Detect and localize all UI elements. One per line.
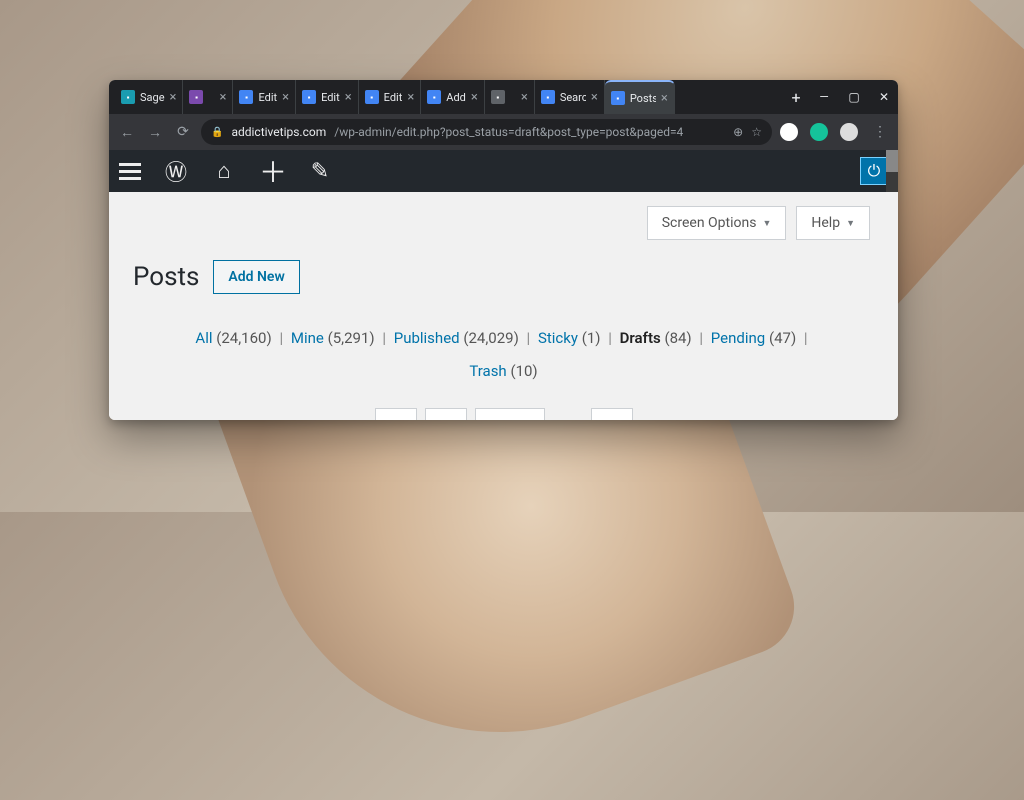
extension-icon[interactable] bbox=[810, 123, 828, 141]
tab-label: Posts bbox=[630, 92, 656, 105]
tab-close-icon[interactable]: × bbox=[591, 90, 598, 105]
close-button[interactable]: ✕ bbox=[878, 90, 890, 104]
control-box[interactable] bbox=[591, 408, 633, 420]
tab-close-icon[interactable]: × bbox=[345, 90, 352, 105]
browser-tab[interactable]: ▪ Add × bbox=[421, 80, 485, 114]
browser-tab[interactable]: ▪ Edit × bbox=[296, 80, 359, 114]
url-domain: addictivetips.com bbox=[231, 125, 326, 139]
window-controls: — ▢ ✕ bbox=[810, 80, 898, 114]
back-button[interactable]: ← bbox=[117, 124, 137, 141]
filter-sticky[interactable]: Sticky bbox=[538, 329, 578, 347]
post-status-filters: All (24,160) | Mine (5,291) | Published … bbox=[133, 322, 874, 388]
edit-icon[interactable]: ✎ bbox=[307, 159, 333, 184]
tab-close-icon[interactable]: × bbox=[521, 90, 528, 105]
maximize-button[interactable]: ▢ bbox=[848, 90, 860, 104]
tab-favicon: ▪ bbox=[491, 90, 505, 104]
tab-favicon: ▪ bbox=[611, 91, 625, 105]
forward-button[interactable]: → bbox=[145, 124, 165, 141]
filter-all-count: (24,160) bbox=[216, 329, 271, 347]
browser-tab[interactable]: ▪ Posts × bbox=[605, 80, 675, 114]
filter-pending-count: (47) bbox=[769, 329, 796, 347]
home-icon[interactable]: ⌂ bbox=[211, 158, 237, 184]
filter-mine[interactable]: Mine bbox=[291, 329, 324, 347]
browser-window: ▪Sage×▪×▪Edit×▪Edit×▪Edit×▪Add×▪×▪Searc×… bbox=[109, 80, 898, 420]
profile-avatar[interactable] bbox=[840, 123, 858, 141]
wordpress-logo-icon[interactable]: Ⓦ bbox=[163, 155, 189, 187]
help-button[interactable]: Help▼ bbox=[796, 206, 870, 240]
chevron-down-icon: ▼ bbox=[846, 218, 855, 229]
filter-all[interactable]: All bbox=[195, 329, 212, 347]
new-tab-button[interactable]: + bbox=[782, 80, 810, 114]
reader-icon[interactable]: ⊕ bbox=[733, 125, 743, 139]
filter-trash[interactable]: Trash bbox=[469, 362, 506, 380]
lock-icon: 🔒 bbox=[211, 127, 223, 138]
wordpress-admin-bar: Ⓦ ⌂ ＋ ✎ ⏻ bbox=[109, 150, 898, 192]
scrollbar[interactable] bbox=[886, 150, 898, 192]
page-content: Screen Options▼ Help▼ Posts Add New All … bbox=[109, 192, 898, 420]
url-path: /wp-admin/edit.php?post_status=draft&pos… bbox=[334, 125, 683, 139]
extension-icons: ⋮ bbox=[780, 123, 890, 141]
tab-close-icon[interactable]: × bbox=[282, 90, 289, 105]
tab-close-icon[interactable]: × bbox=[170, 90, 177, 105]
browser-tab[interactable]: ▪× bbox=[183, 80, 233, 114]
filter-pending[interactable]: Pending bbox=[711, 329, 765, 347]
hamburger-icon[interactable] bbox=[119, 163, 141, 180]
tab-close-icon[interactable]: × bbox=[471, 90, 478, 105]
filter-drafts[interactable]: Drafts bbox=[620, 329, 661, 347]
extension-icon[interactable] bbox=[780, 123, 798, 141]
browser-tab[interactable]: ▪× bbox=[485, 80, 535, 114]
filter-mine-count: (5,291) bbox=[328, 329, 375, 347]
tab-label: Sage bbox=[140, 91, 165, 104]
tab-close-icon[interactable]: × bbox=[661, 91, 668, 106]
browser-tab[interactable]: ▪ Sage × bbox=[115, 80, 183, 114]
tab-label: Add bbox=[446, 91, 466, 104]
address-bar: ← → ⟳ 🔒 addictivetips.com/wp-admin/edit.… bbox=[109, 114, 898, 150]
tab-label: Edit bbox=[384, 91, 403, 104]
omnibox[interactable]: 🔒 addictivetips.com/wp-admin/edit.php?po… bbox=[201, 119, 772, 145]
tab-favicon: ▪ bbox=[189, 90, 203, 104]
tab-favicon: ▪ bbox=[365, 90, 379, 104]
control-box[interactable] bbox=[475, 408, 545, 420]
star-icon[interactable]: ☆ bbox=[751, 125, 762, 139]
control-box[interactable] bbox=[425, 408, 467, 420]
minimize-button[interactable]: — bbox=[818, 90, 830, 104]
screen-options-button[interactable]: Screen Options▼ bbox=[647, 206, 787, 240]
tab-favicon: ▪ bbox=[541, 90, 555, 104]
reload-button[interactable]: ⟳ bbox=[173, 124, 193, 140]
filter-sticky-count: (1) bbox=[582, 329, 601, 347]
bulk-actions-row bbox=[133, 408, 874, 420]
filter-published-count: (24,029) bbox=[463, 329, 518, 347]
tab-favicon: ▪ bbox=[427, 90, 441, 104]
tab-label: Edit bbox=[258, 91, 277, 104]
tab-favicon: ▪ bbox=[302, 90, 316, 104]
add-new-button[interactable]: Add New bbox=[213, 260, 299, 294]
titlebar: ▪Sage×▪×▪Edit×▪Edit×▪Edit×▪Add×▪×▪Searc×… bbox=[109, 80, 898, 114]
tab-label: Edit bbox=[321, 91, 340, 104]
tab-favicon: ▪ bbox=[239, 90, 253, 104]
power-icon[interactable]: ⏻ bbox=[860, 157, 888, 185]
page-title: Posts bbox=[133, 262, 199, 292]
filter-trash-count: (10) bbox=[510, 362, 537, 380]
browser-tab[interactable]: ▪ Searc × bbox=[535, 80, 605, 114]
filter-published[interactable]: Published bbox=[394, 329, 460, 347]
filter-drafts-count: (84) bbox=[664, 329, 691, 347]
new-content-icon[interactable]: ＋ bbox=[259, 151, 285, 191]
tab-favicon: ▪ bbox=[121, 90, 135, 104]
tab-label: Searc bbox=[560, 91, 586, 104]
control-box[interactable] bbox=[375, 408, 417, 420]
tab-close-icon[interactable]: × bbox=[407, 90, 414, 105]
menu-icon[interactable]: ⋮ bbox=[870, 124, 890, 140]
browser-tab[interactable]: ▪ Edit × bbox=[233, 80, 296, 114]
tab-strip: ▪Sage×▪×▪Edit×▪Edit×▪Edit×▪Add×▪×▪Searc×… bbox=[109, 80, 782, 114]
tab-close-icon[interactable]: × bbox=[220, 90, 227, 105]
browser-tab[interactable]: ▪ Edit × bbox=[359, 80, 422, 114]
chevron-down-icon: ▼ bbox=[762, 218, 771, 229]
